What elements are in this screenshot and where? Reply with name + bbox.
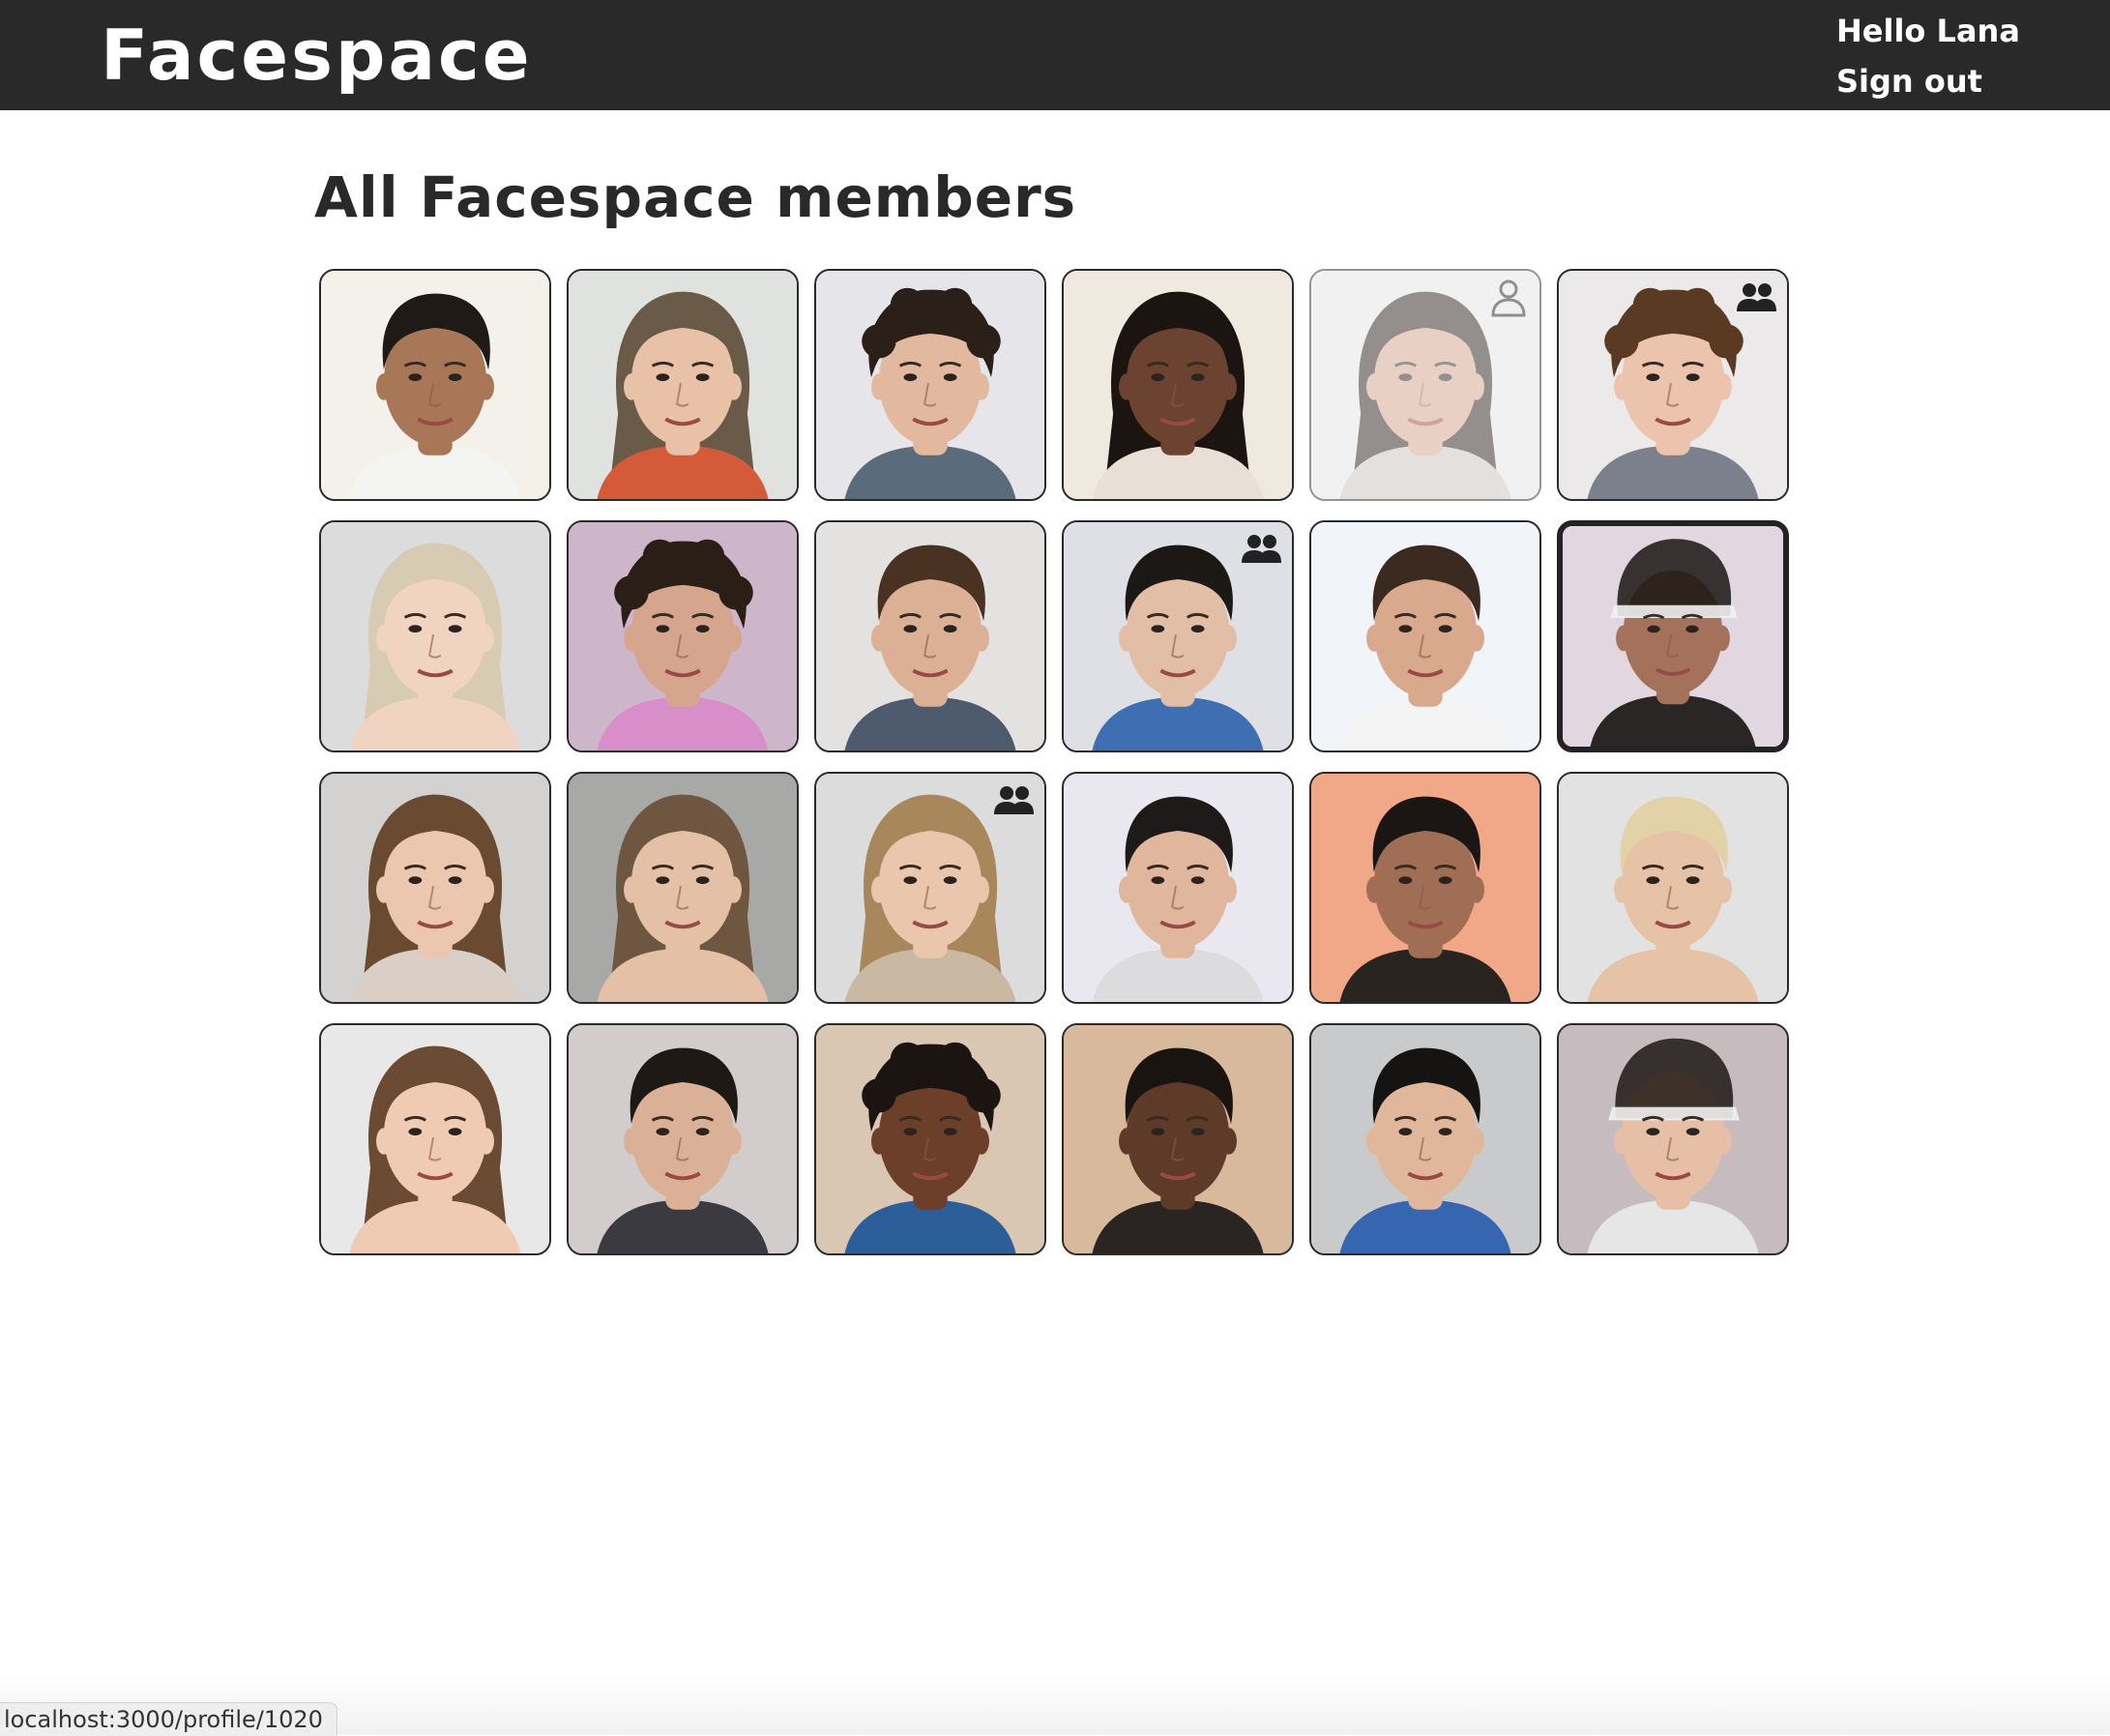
member-avatar (816, 1025, 1044, 1253)
member-card[interactable] (814, 772, 1046, 1004)
member-avatar (1563, 526, 1783, 747)
member-avatar (321, 522, 549, 750)
member-avatar (1559, 774, 1787, 1002)
member-card[interactable] (319, 1023, 551, 1255)
member-card[interactable] (1309, 520, 1541, 752)
member-card[interactable] (1309, 772, 1541, 1004)
member-card[interactable] (1309, 1023, 1541, 1255)
member-card[interactable] (567, 269, 799, 501)
member-card[interactable] (567, 772, 799, 1004)
member-card[interactable] (1062, 1023, 1294, 1255)
member-card[interactable] (1062, 520, 1294, 752)
member-card[interactable] (567, 520, 799, 752)
member-card[interactable] (814, 1023, 1046, 1255)
member-card[interactable] (1557, 772, 1789, 1004)
friends-icon (1735, 279, 1777, 317)
member-card[interactable] (814, 269, 1046, 501)
member-avatar (569, 1025, 797, 1253)
member-card[interactable] (319, 772, 551, 1004)
member-card[interactable] (319, 520, 551, 752)
member-card[interactable] (1309, 269, 1541, 501)
member-avatar (1064, 271, 1292, 499)
member-avatar (1559, 1025, 1787, 1253)
app-logo[interactable]: Facespace (101, 14, 533, 97)
member-avatar (321, 271, 549, 499)
member-avatar (1064, 774, 1292, 1002)
friends-icon (992, 781, 1035, 820)
member-card[interactable] (567, 1023, 799, 1255)
member-avatar (321, 774, 549, 1002)
member-avatar (569, 522, 797, 750)
member-card[interactable] (1557, 269, 1789, 501)
user-icon (1487, 279, 1530, 317)
sign-out-link[interactable]: Sign out (1836, 56, 2068, 106)
member-avatar (1311, 774, 1539, 1002)
member-card[interactable] (1062, 269, 1294, 501)
member-avatar (1311, 522, 1539, 750)
user-greeting: Hello Lana (1836, 13, 2020, 49)
member-card[interactable] (1557, 520, 1789, 752)
member-avatar (816, 271, 1044, 499)
user-area: Hello Lana Sign out (1836, 6, 2068, 106)
member-avatar (1311, 1025, 1539, 1253)
member-avatar (321, 1025, 549, 1253)
member-card[interactable] (1062, 772, 1294, 1004)
member-avatar (569, 774, 797, 1002)
member-avatar (1064, 1025, 1292, 1253)
top-header: Facespace Hello Lana Sign out (0, 0, 2110, 110)
member-card[interactable] (319, 269, 551, 501)
member-card[interactable] (814, 520, 1046, 752)
page-title: All Facespace members (314, 164, 1077, 230)
members-grid (319, 269, 1789, 1255)
member-card[interactable] (1557, 1023, 1789, 1255)
member-avatar (569, 271, 797, 499)
member-avatar (816, 522, 1044, 750)
browser-status-bar: localhost:3000/profile/1020 (0, 1702, 337, 1736)
friends-icon (1240, 530, 1282, 569)
